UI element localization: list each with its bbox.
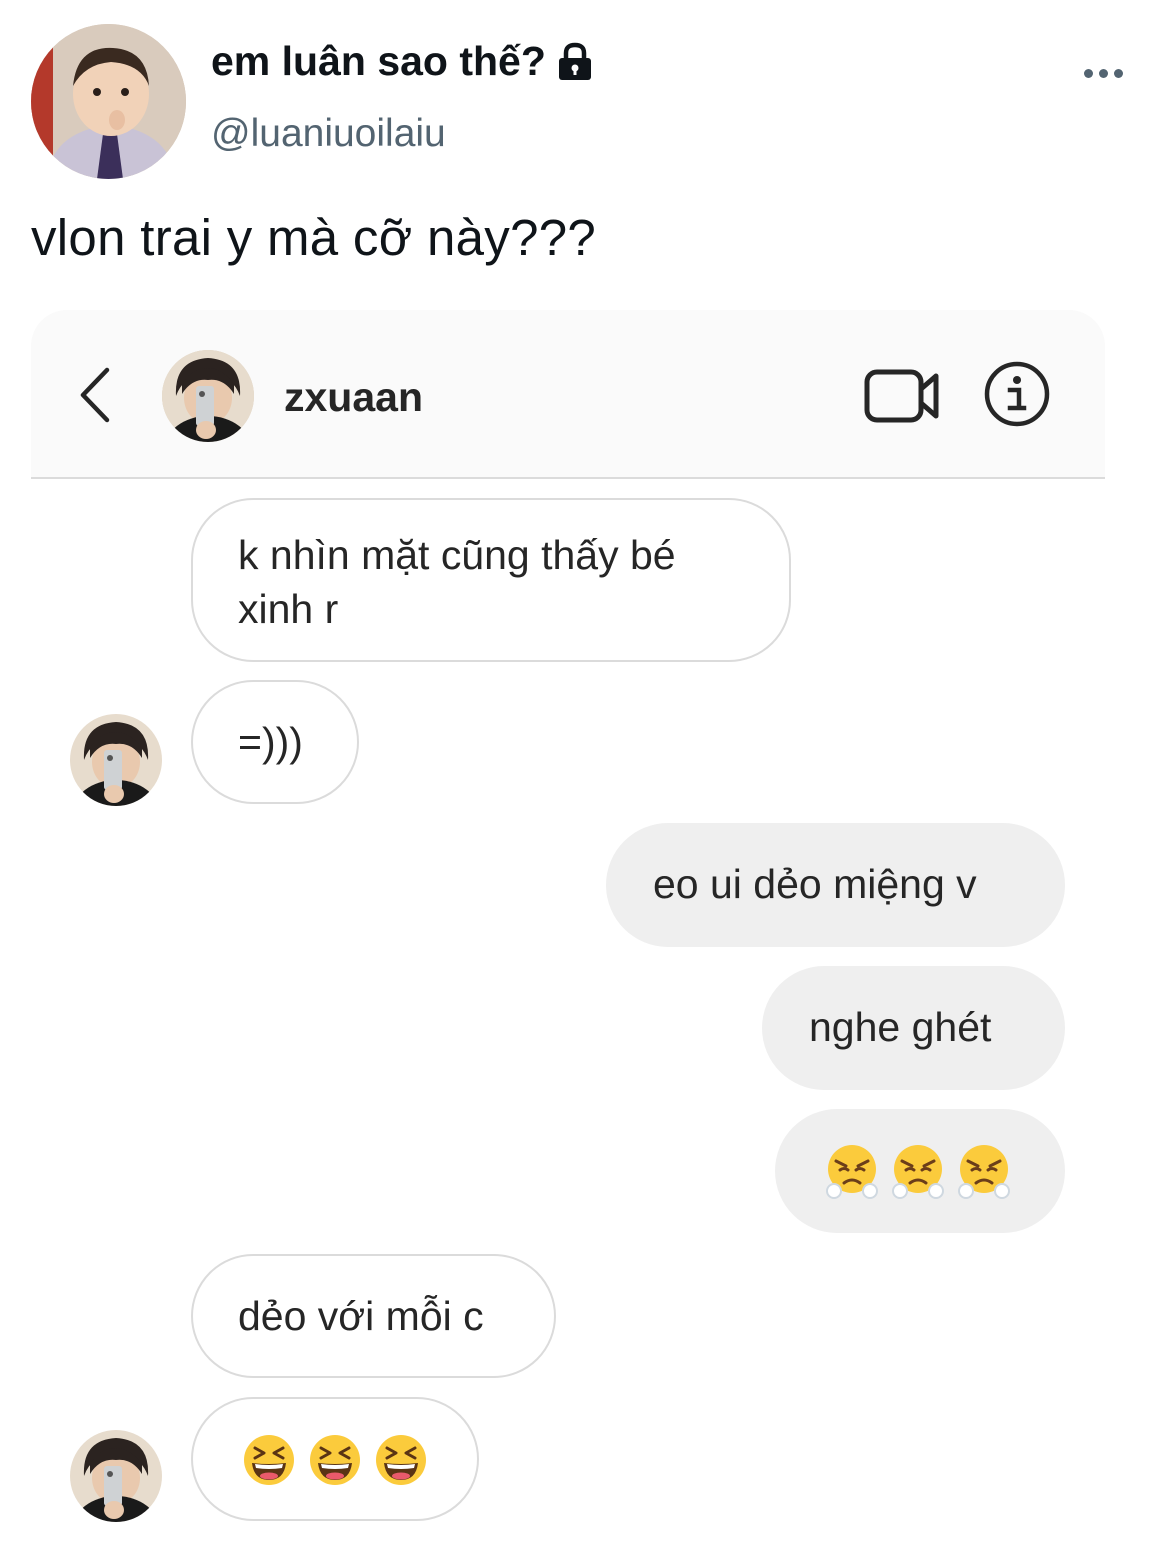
message-text: nghe ghét (809, 1004, 992, 1050)
grinning-squinting-face-icon (244, 1435, 294, 1485)
message-sent: eo ui dẻo miệng v (606, 823, 1065, 947)
display-name-text: em luân sao thế? (211, 38, 546, 84)
profile-avatar[interactable] (31, 24, 186, 179)
sender-avatar[interactable] (70, 714, 162, 806)
face-with-steam-from-nose-icon (826, 1145, 878, 1199)
message-text-line: xinh r (238, 586, 339, 632)
grinning-squinting-face-icon (310, 1435, 360, 1485)
dm-contact-avatar[interactable] (162, 350, 254, 442)
face-with-steam-from-nose-icon (958, 1145, 1010, 1199)
back-chevron-icon[interactable] (75, 366, 115, 424)
message-received: dẻo với mỗi c (191, 1254, 556, 1378)
sender-avatar[interactable] (70, 1430, 162, 1522)
message-sent-emoji (775, 1109, 1065, 1233)
more-options-icon[interactable] (1084, 58, 1130, 88)
dm-header: zxuaan (31, 310, 1105, 479)
message-sent: nghe ghét (762, 966, 1065, 1090)
message-text: eo ui dẻo miệng v (653, 861, 977, 907)
message-text: dẻo với mỗi c (238, 1293, 484, 1339)
message-received-emoji (191, 1397, 479, 1521)
face-with-steam-from-nose-icon (892, 1145, 944, 1199)
dm-contact-username[interactable]: zxuaan (284, 374, 423, 421)
message-received: =))) (191, 680, 359, 804)
message-received: k nhìn mặt cũng thấy bé xinh r (191, 498, 791, 662)
message-text: =))) (238, 719, 303, 765)
lock-icon (558, 42, 591, 80)
message-text-line: k nhìn mặt cũng thấy bé (238, 532, 676, 578)
grinning-squinting-face-icon (376, 1435, 426, 1485)
video-call-icon[interactable] (864, 364, 940, 428)
tweet-text: vlon trai y mà cỡ này??? (31, 209, 597, 266)
user-handle[interactable]: @luaniuoilaiu (211, 112, 446, 156)
info-icon[interactable] (983, 360, 1051, 428)
display-name[interactable]: em luân sao thế? (211, 38, 594, 85)
